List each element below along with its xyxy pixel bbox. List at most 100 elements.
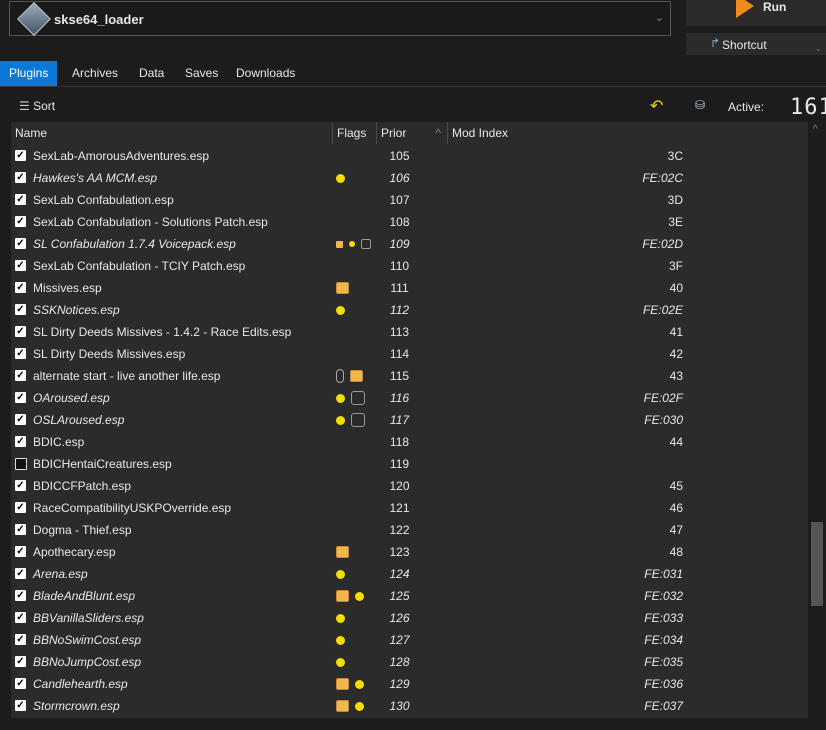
flag-box-icon (351, 413, 365, 427)
plugin-priority: 128 (389, 655, 410, 669)
plugin-checkbox[interactable]: ✓ (15, 524, 26, 535)
plugin-checkbox[interactable]: ✓ (15, 172, 26, 183)
plugin-checkbox[interactable]: ✓ (15, 480, 26, 491)
plugin-row[interactable]: ✓ Arena.esp 124 FE:031 (11, 563, 808, 585)
plugin-checkbox[interactable]: ✓ (15, 634, 26, 645)
plugin-priority: 110 (389, 259, 410, 273)
restore-backup-icon[interactable]: ↶ (650, 96, 663, 116)
plugin-row[interactable]: BDICHentaiCreatures.esp 119 (11, 453, 808, 475)
plugin-row[interactable]: ✓ SexLab Confabulation - Solutions Patch.… (11, 211, 808, 233)
plugin-row[interactable]: ✓ BBNoJumpCost.esp 128 FE:035 (11, 651, 808, 673)
plugin-checkbox[interactable]: ✓ (15, 392, 26, 403)
plugin-priority: 119 (389, 457, 410, 471)
plugin-checkbox[interactable]: ✓ (15, 238, 26, 249)
plugin-mod-index: FE:032 (644, 589, 683, 603)
plugin-checkbox[interactable]: ✓ (15, 194, 26, 205)
plugin-row[interactable]: ✓ OSLAroused.esp 117 FE:030 (11, 409, 808, 431)
plugin-mod-index: FE:033 (644, 611, 683, 625)
chevron-down-icon: ⌄ (654, 12, 664, 24)
plugin-row[interactable]: ✓ SexLab Confabulation - TCIY Patch.esp 11… (11, 255, 808, 277)
plugin-priority: 123 (389, 545, 410, 559)
plugin-checkbox[interactable]: ✓ (15, 700, 26, 711)
plugin-mod-index: 48 (669, 545, 683, 559)
column-flags[interactable]: Flags (333, 122, 377, 144)
plugin-checkbox[interactable]: ✓ (15, 150, 26, 161)
plugin-name: Missives.esp (33, 281, 102, 295)
tab-plugins[interactable]: Plugins (0, 61, 58, 86)
plugin-row[interactable]: ✓ Stormcrown.esp 130 FE:037 (11, 695, 808, 717)
column-mod-index[interactable]: Mod Index (448, 122, 808, 144)
plugin-checkbox[interactable]: ✓ (15, 612, 26, 623)
plugin-row[interactable]: ✓ SL Dirty Deeds Missives - 1.4.2 - Race … (11, 321, 808, 343)
plugin-checkbox[interactable]: ✓ (15, 326, 26, 337)
plugin-row[interactable]: ✓ SexLab-AmorousAdventures.esp 105 3C (11, 145, 808, 167)
plugin-name: SSKNotices.esp (33, 303, 120, 317)
plugin-checkbox[interactable]: ✓ (15, 590, 26, 601)
tab-downloads[interactable]: Downloads (227, 61, 304, 86)
plugin-row[interactable]: ✓ Hawkes's AA MCM.esp 106 FE:02C (11, 167, 808, 189)
plugin-row[interactable]: ✓ SexLab Confabulation.esp 107 3D (11, 189, 808, 211)
plugin-name: BBNoSwimCost.esp (33, 633, 142, 647)
plugin-priority: 122 (389, 523, 410, 537)
plugin-row[interactable]: ✓ alternate start - live another life.esp… (11, 365, 808, 387)
plugin-checkbox[interactable]: ✓ (15, 370, 26, 381)
plugin-checkbox[interactable]: ✓ (15, 216, 26, 227)
chevron-down-icon[interactable]: ⌄ (814, 43, 822, 54)
tab-saves[interactable]: Saves (176, 61, 227, 86)
run-button[interactable]: Run (686, 0, 826, 26)
plugin-mod-index: 3F (668, 259, 683, 273)
plugin-checkbox[interactable]: ✓ (15, 436, 26, 447)
plugin-row[interactable]: ✓ OAroused.esp 116 FE:02F (11, 387, 808, 409)
plugin-checkbox[interactable]: ✓ (15, 282, 26, 293)
scrollbar-thumb[interactable] (811, 522, 823, 606)
column-name[interactable]: Name (11, 122, 333, 144)
plugin-row[interactable]: ✓ Missives.esp 111 40 (11, 277, 808, 299)
profile-select[interactable]: skse64_loader ⌄ (9, 1, 671, 36)
plugin-name: BDICCFPatch.esp (33, 479, 132, 493)
plugin-row[interactable]: ✓ Dogma - Thief.esp 122 47 (11, 519, 808, 541)
plugin-row[interactable]: ✓ Candlehearth.esp 129 FE:036 (11, 673, 808, 695)
flag-dot-icon (355, 701, 364, 711)
plugin-checkbox[interactable]: ✓ (15, 414, 26, 425)
plugin-row[interactable]: ✓ BladeAndBlunt.esp 125 FE:032 (11, 585, 808, 607)
plugin-name: SL Confabulation 1.7.4 Voicepack.esp (33, 237, 236, 251)
plugin-flags (336, 695, 364, 717)
plugin-mod-index: FE:035 (644, 655, 683, 669)
plugin-row[interactable]: ✓ SL Dirty Deeds Missives.esp 114 42 (11, 343, 808, 365)
plugin-name: SexLab Confabulation - Solutions Patch.e… (33, 215, 268, 229)
create-backup-icon[interactable]: ⛁ (695, 98, 705, 112)
plugin-row[interactable]: ✓ BDICCFPatch.esp 120 45 (11, 475, 808, 497)
shortcut-button[interactable]: ↱ Shortcut ⌄ (686, 33, 826, 55)
plugin-name: SL Dirty Deeds Missives - 1.4.2 - Race E… (33, 325, 292, 339)
tab-archives[interactable]: Archives (63, 61, 127, 86)
sort-button[interactable]: ☰ Sort (19, 99, 55, 113)
plugin-checkbox[interactable]: ✓ (15, 304, 26, 315)
plugin-row[interactable]: ✓ BBVanillaSliders.esp 126 FE:033 (11, 607, 808, 629)
plugin-row[interactable]: ✓ Apothecary.esp 123 48 (11, 541, 808, 563)
plugin-priority: 124 (389, 567, 410, 581)
plugin-row[interactable]: ✓ RaceCompatibilityUSKPOverride.esp 121 46 (11, 497, 808, 519)
plugin-mod-index: 45 (669, 479, 683, 493)
scroll-up-icon[interactable]: ^ (813, 124, 818, 135)
plugin-row[interactable]: ✓ SL Confabulation 1.7.4 Voicepack.esp 109… (11, 233, 808, 255)
plugin-checkbox[interactable] (15, 458, 27, 470)
plugin-priority: 112 (389, 303, 410, 317)
plugin-checkbox[interactable]: ✓ (15, 260, 26, 271)
tab-data[interactable]: Data (130, 61, 173, 86)
plugin-row[interactable]: ✓ BBNoSwimCost.esp 127 FE:034 (11, 629, 808, 651)
shortcut-label: Shortcut (722, 38, 767, 52)
plugin-checkbox[interactable]: ✓ (15, 546, 26, 557)
plugin-mod-index: FE:030 (644, 413, 683, 427)
plugin-checkbox[interactable]: ✓ (15, 656, 26, 667)
plugin-name: Arena.esp (33, 567, 88, 581)
plugin-checkbox[interactable]: ✓ (15, 502, 26, 513)
plugin-mod-index: 47 (669, 523, 683, 537)
plugin-row[interactable]: ✓ BDIC.esp 118 44 (11, 431, 808, 453)
vertical-scrollbar[interactable]: ^ (808, 122, 826, 718)
column-priority[interactable]: Prior ^ (377, 122, 448, 144)
plugin-row[interactable]: ✓ SSKNotices.esp 112 FE:02E (11, 299, 808, 321)
flag-pkg-icon (336, 590, 349, 602)
plugin-checkbox[interactable]: ✓ (15, 678, 26, 689)
plugin-checkbox[interactable]: ✓ (15, 348, 26, 359)
plugin-checkbox[interactable]: ✓ (15, 568, 26, 579)
